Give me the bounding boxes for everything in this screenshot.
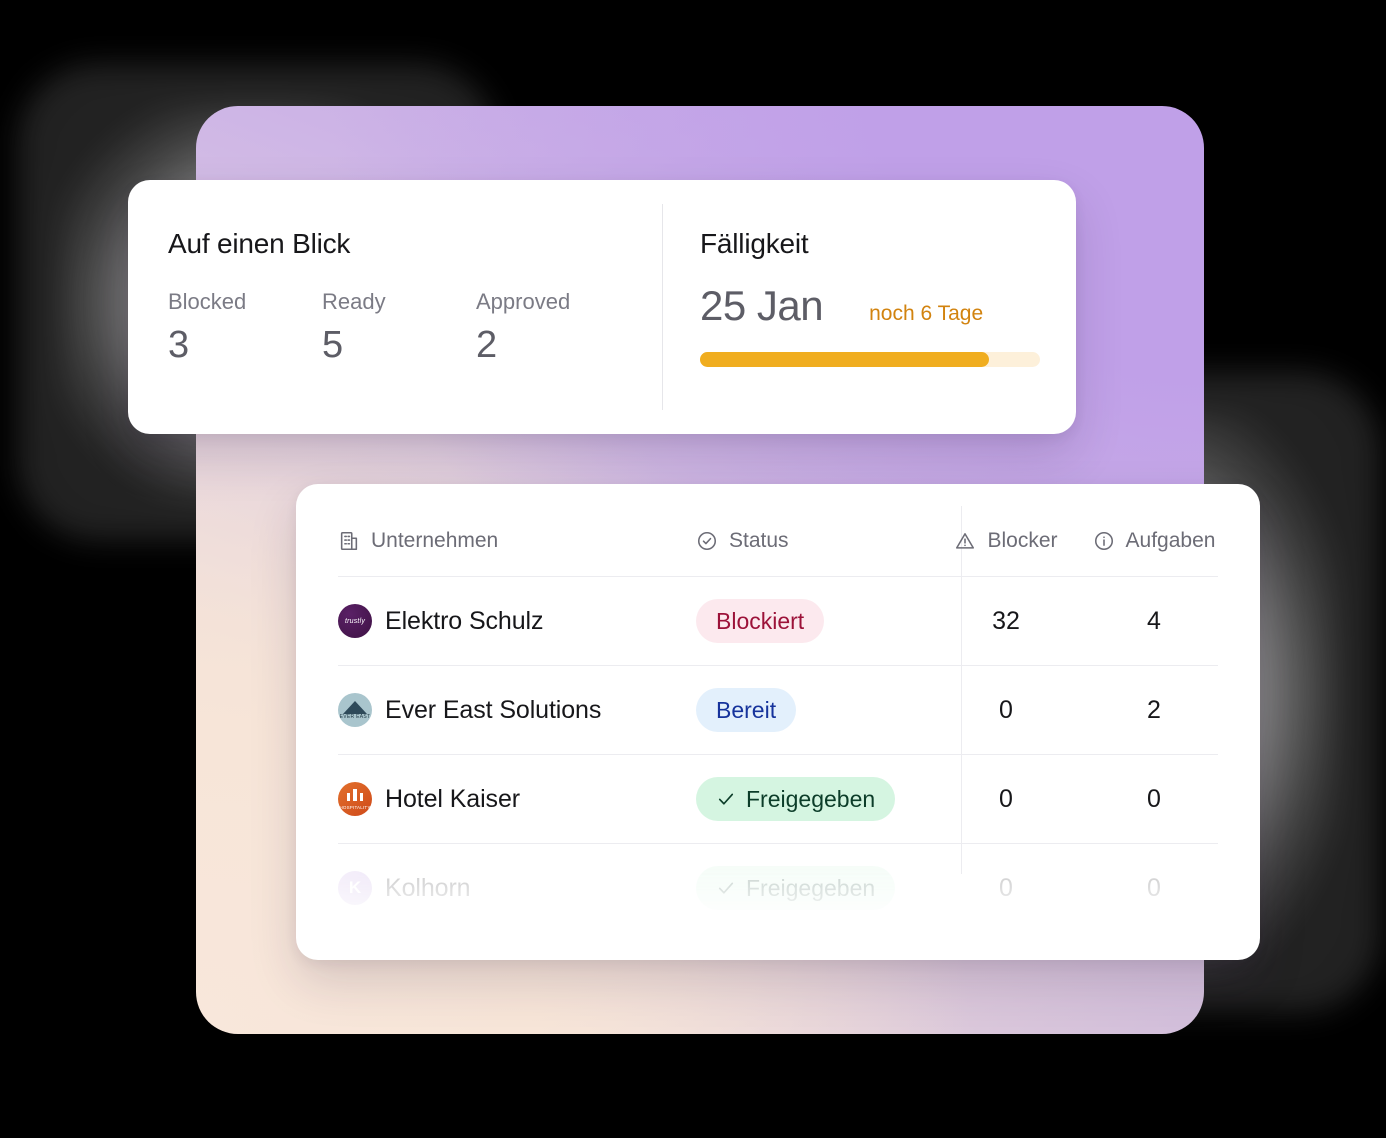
column-header-company-label: Unternehmen	[371, 529, 499, 552]
summary-card: Auf einen Blick Blocked 3 Ready 5 Approv…	[128, 180, 1076, 434]
table-row[interactable]: K Kolhorn Freigegeben 0 0	[296, 844, 1260, 932]
due-date-section: Fälligkeit 25 Jan noch 6 Tage	[662, 180, 1076, 434]
avatar-label: EVER EAST	[339, 714, 371, 720]
due-days-remaining: noch 6 Tage	[869, 302, 984, 325]
table-row[interactable]: HOSPITALITY Hotel Kaiser Freigegeben 0 0	[296, 755, 1260, 843]
due-date-title: Fälligkeit	[700, 228, 809, 259]
cell-company: EVER EAST Ever East Solutions	[296, 693, 664, 727]
column-header-tasks-label: Aufgaben	[1125, 529, 1216, 552]
warning-triangle-icon	[954, 530, 976, 552]
status-badge-label: Freigegeben	[746, 785, 876, 812]
stat-blocked-value: 3	[168, 324, 190, 367]
due-date-row: 25 Jan noch 6 Tage	[700, 282, 1076, 330]
status-badge: Bereit	[696, 688, 797, 732]
stat-ready-label: Ready	[322, 289, 386, 314]
check-icon	[716, 878, 736, 898]
column-header-status-label: Status	[729, 529, 789, 552]
trustly-logo-avatar: trustly	[338, 604, 372, 638]
ever-east-logo-avatar: EVER EAST	[338, 693, 372, 727]
status-badge-label: Blockiert	[716, 607, 805, 634]
cell-tasks-count: 0	[1147, 873, 1161, 902]
company-name: Hotel Kaiser	[385, 784, 520, 813]
avatar-label: K	[348, 878, 362, 897]
column-header-blocker[interactable]: Blocker	[932, 529, 1080, 553]
cell-tasks-count: 0	[1147, 784, 1161, 813]
status-badge: Freigegeben	[696, 866, 896, 910]
column-header-blocker-label: Blocker	[987, 529, 1058, 552]
check-circle-icon	[696, 530, 718, 552]
screenshot-root: Auf einen Blick Blocked 3 Ready 5 Approv…	[0, 0, 1386, 1138]
table-header-row: Unternehmen Status Blocker Aufgaben	[296, 506, 1260, 576]
status-badge: Freigegeben	[696, 777, 896, 821]
company-name: Kolhorn	[385, 873, 471, 902]
stat-ready: Ready 5	[322, 289, 476, 367]
avatar-label: trustly	[344, 617, 366, 625]
table-row[interactable]: trustly Elektro Schulz Blockiert 32 4	[296, 577, 1260, 665]
hospitality-hotels-logo-avatar: HOSPITALITY	[338, 782, 372, 816]
cell-company: trustly Elektro Schulz	[296, 604, 664, 638]
company-name: Elektro Schulz	[385, 606, 544, 635]
status-badge-label: Bereit	[716, 696, 777, 723]
stat-blocked-label: Blocked	[168, 289, 247, 314]
stat-ready-value: 5	[322, 324, 344, 367]
cell-blocker-count: 32	[992, 606, 1020, 635]
cell-status: Blockiert	[664, 599, 932, 643]
due-progress-fill	[700, 352, 989, 367]
cell-status: Bereit	[664, 688, 932, 732]
cell-status: Freigegeben	[664, 866, 932, 910]
cell-company: HOSPITALITY Hotel Kaiser	[296, 782, 664, 816]
due-date-value: 25 Jan	[700, 282, 824, 329]
at-a-glance-section: Auf einen Blick Blocked 3 Ready 5 Approv…	[128, 180, 662, 434]
cell-blocker-count: 0	[999, 873, 1013, 902]
stat-blocked: Blocked 3	[168, 289, 322, 367]
column-header-tasks[interactable]: Aufgaben	[1080, 529, 1228, 553]
at-a-glance-title: Auf einen Blick	[168, 228, 351, 259]
building-icon	[338, 530, 360, 552]
stats-row: Blocked 3 Ready 5 Approved 2	[168, 289, 662, 367]
avatar-label: HOSPITALITY	[339, 805, 371, 810]
cell-company: K Kolhorn	[296, 871, 664, 905]
table-row[interactable]: EVER EAST Ever East Solutions Bereit 0 2	[296, 666, 1260, 754]
status-badge: Blockiert	[696, 599, 825, 643]
company-name: Ever East Solutions	[385, 695, 602, 724]
cell-tasks-count: 2	[1147, 695, 1161, 724]
cell-status: Freigegeben	[664, 777, 932, 821]
stat-approved: Approved 2	[476, 289, 630, 367]
column-header-status[interactable]: Status	[664, 529, 932, 553]
cell-tasks-count: 4	[1147, 606, 1161, 635]
info-circle-icon	[1093, 530, 1115, 552]
column-header-company[interactable]: Unternehmen	[296, 529, 664, 553]
stat-approved-value: 2	[476, 324, 498, 367]
kolhorn-logo-avatar: K	[338, 871, 372, 905]
cell-blocker-count: 0	[999, 784, 1013, 813]
stat-approved-label: Approved	[476, 289, 571, 314]
building-mark-icon	[347, 789, 363, 801]
cell-blocker-count: 0	[999, 695, 1013, 724]
mountain-icon	[343, 701, 367, 714]
status-badge-label: Freigegeben	[746, 874, 876, 901]
check-icon	[716, 789, 736, 809]
due-progress-bar	[700, 352, 1040, 367]
companies-table-card: Unternehmen Status Blocker Aufgaben trus…	[296, 484, 1260, 960]
